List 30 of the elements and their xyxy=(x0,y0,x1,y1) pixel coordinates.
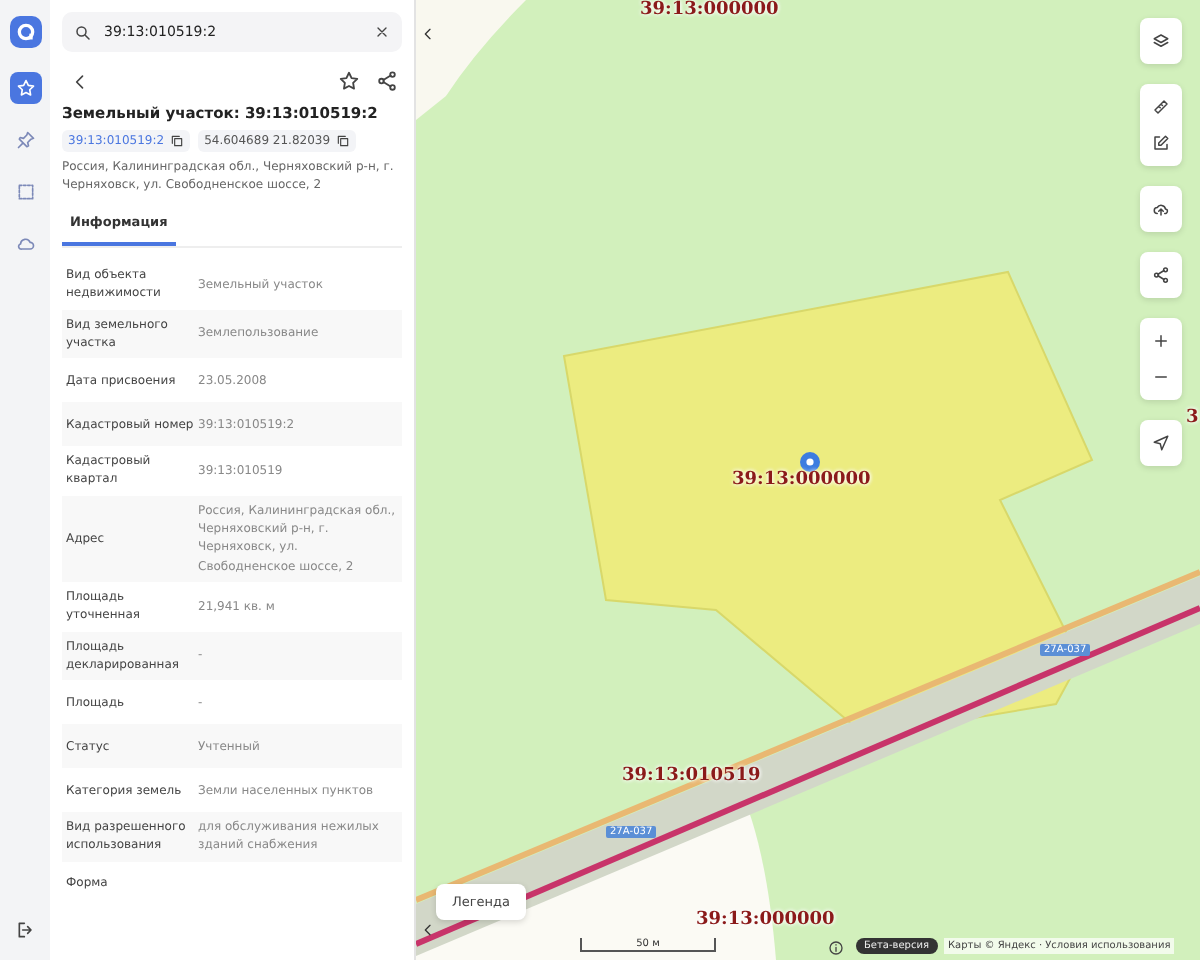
ring-icon xyxy=(15,22,35,42)
navigation-arrow-icon[interactable] xyxy=(1152,434,1170,452)
search-icon xyxy=(74,23,92,41)
copy-icon[interactable] xyxy=(170,134,185,148)
map-clearing xyxy=(416,0,526,120)
location-pin-icon xyxy=(800,452,820,472)
parcel-label: 3 xyxy=(1186,408,1199,428)
parcel-label: 39:13:000000 xyxy=(696,910,835,930)
star-icon xyxy=(15,78,35,98)
share-icon[interactable] xyxy=(376,70,398,92)
parcel-label: 39:13:010519 xyxy=(622,766,761,786)
square-icon xyxy=(15,182,35,202)
chevron-left-icon xyxy=(420,922,436,938)
cloud-icon xyxy=(15,234,35,254)
chevron-left-icon xyxy=(420,26,436,42)
pin-icon xyxy=(15,130,35,150)
sidebar-button[interactable] xyxy=(9,72,41,104)
layers-icon[interactable] xyxy=(1152,32,1170,50)
star-icon[interactable] xyxy=(338,70,360,92)
ruler-icon[interactable] xyxy=(1152,98,1170,116)
copy-icon[interactable] xyxy=(336,134,351,148)
close-icon[interactable] xyxy=(374,24,390,40)
parcel-label: 39:13:000000 xyxy=(732,470,871,490)
zoom-in-icon[interactable] xyxy=(1152,332,1170,350)
info-icon[interactable] xyxy=(828,940,844,956)
edit-icon[interactable] xyxy=(1152,134,1170,152)
share-icon[interactable] xyxy=(1152,266,1170,284)
logout-icon[interactable] xyxy=(15,920,35,940)
cloud-upload-icon[interactable] xyxy=(1152,200,1170,218)
parcel-label: 39:13:000000 xyxy=(640,0,779,20)
